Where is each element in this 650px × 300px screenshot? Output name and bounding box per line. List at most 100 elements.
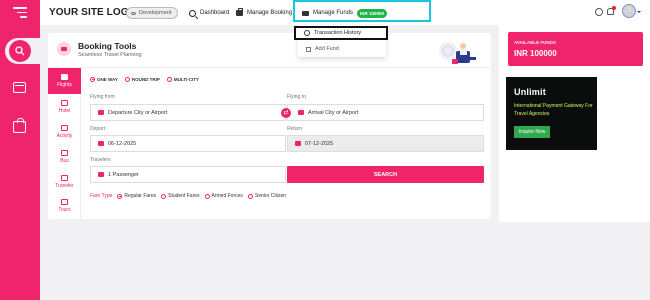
radio-icon (161, 193, 167, 199)
search-icon (189, 9, 196, 17)
bag-icon[interactable] (13, 118, 26, 133)
manage-funds-dropdown: Transaction History Add Fund (294, 25, 388, 57)
trip-one-way[interactable]: ONE WAY (90, 75, 118, 83)
rail-search-tab[interactable] (5, 38, 40, 64)
menu-item-transaction-history[interactable]: Transaction History (294, 26, 388, 40)
ad-logo: Unlimit (514, 87, 546, 97)
trip-round-trip[interactable]: ROUND TRIP (124, 75, 160, 83)
tab-activity[interactable]: Activity (48, 119, 81, 145)
from-placeholder: Departure City or Airport (108, 109, 168, 116)
travelers-label: Travelers (90, 157, 111, 163)
tab-tours-label: Tours (58, 207, 71, 213)
menu-item-add-fund[interactable]: Add Fund (298, 42, 386, 56)
trip-round-trip-label: ROUND TRIP (131, 76, 160, 82)
car-icon (61, 175, 68, 181)
trip-multi-city-label: MULTI-CITY (173, 76, 200, 82)
booking-card: Booking Tools Seamless Travel Planning F… (48, 33, 491, 219)
search-button[interactable]: SEARCH (287, 166, 484, 183)
search-icon (9, 40, 31, 62)
calendar-icon (98, 141, 104, 146)
ad-text: International Payment Gateway For Travel… (514, 103, 593, 117)
to-placeholder: Arrival City or Airport (308, 109, 359, 116)
radio-icon (166, 76, 172, 82)
tab-flights-label: Flights (57, 82, 72, 88)
tab-transfer-label: Transfer (55, 183, 74, 189)
to-label: Flying to (287, 94, 306, 100)
booking-tools-icon (57, 42, 71, 56)
available-funds-label: AVAILABLE FUNDS (514, 40, 556, 45)
fare-armed-forces-label: Armed Forces (211, 193, 243, 199)
menu-icon[interactable] (13, 7, 27, 19)
tours-icon (61, 199, 68, 205)
avatar[interactable] (622, 4, 636, 18)
manage-funds-highlight (293, 0, 431, 22)
environment-badge: Development (126, 7, 179, 19)
left-rail (0, 0, 40, 300)
site-logo[interactable]: YOUR SITE LOGO (49, 7, 137, 18)
nav-dashboard[interactable]: Dashboard (189, 7, 229, 19)
fare-type-label: Fare Type (90, 193, 113, 199)
environment-label: Development (139, 10, 172, 16)
fare-regular-label: Regular Fares (124, 193, 157, 199)
fare-senior-citizen-label: Senior Citizen (254, 193, 287, 199)
tab-bus[interactable]: Bus (48, 144, 81, 170)
bus-icon (61, 150, 68, 156)
booking-type-tabs: Flights Hotel Activity Bus Transfer Tour… (48, 68, 81, 219)
tab-hotel[interactable]: Hotel (48, 94, 81, 120)
fare-type-options: Fare Type Regular Fares Student Fares Ar… (90, 192, 286, 200)
unlimit-ad-banner[interactable]: Unlimit International Payment Gateway Fo… (506, 77, 597, 150)
available-funds-value: INR 100000 (514, 49, 557, 58)
radio-icon (247, 193, 253, 199)
fare-student-label: Student Fares (168, 193, 200, 199)
tab-bus-label: Bus (60, 158, 69, 164)
traveler-illustration (439, 42, 476, 64)
nav-manage-booking[interactable]: Manage Booking (236, 7, 292, 19)
return-date-field[interactable]: 07-12-2025 (287, 135, 484, 152)
hotel-icon (61, 100, 68, 106)
nav-dashboard-label: Dashboard (200, 10, 230, 16)
available-funds-card: AVAILABLE FUNDS INR 100000 (508, 32, 643, 66)
depart-date-field[interactable]: 06-12-2025 (90, 135, 286, 152)
transaction-history-label: Transaction History (314, 30, 362, 36)
trip-one-way-label: ONE WAY (97, 76, 118, 82)
travelers-value: 1 Passenger (108, 171, 139, 178)
briefcase-icon (236, 8, 243, 16)
travelers-field[interactable]: 1 Passenger (90, 166, 286, 183)
from-label: Flying from (90, 94, 115, 100)
to-field[interactable]: Arrival City or Airport (287, 104, 484, 121)
booking-subtitle: Seamless Travel Planning (78, 52, 142, 58)
radio-icon (124, 76, 130, 82)
tab-flights[interactable]: Flights (48, 68, 81, 94)
plus-icon (306, 46, 311, 52)
plane-icon (61, 74, 68, 80)
chevron-down-icon[interactable] (637, 11, 641, 13)
fare-regular[interactable]: Regular Fares (117, 193, 156, 199)
from-field[interactable]: Departure City or Airport (90, 104, 286, 121)
clock-icon (304, 30, 310, 36)
fare-senior-citizen[interactable]: Senior Citizen (247, 193, 287, 199)
depart-date-value: 06-12-2025 (108, 140, 137, 147)
notification-dot (612, 6, 616, 10)
booking-card-header: Booking Tools Seamless Travel Planning (48, 33, 491, 68)
plane-icon (298, 110, 304, 115)
inquire-now-button[interactable]: Inquire Now (514, 126, 550, 138)
fare-student[interactable]: Student Fares (161, 193, 200, 199)
swap-icon[interactable]: ⇄ (281, 108, 291, 118)
gear-icon[interactable] (595, 8, 603, 16)
tab-activity-label: Activity (56, 133, 73, 139)
fare-armed-forces[interactable]: Armed Forces (204, 193, 243, 199)
trip-type-options: ONE WAY ROUND TRIP MULTI-CITY (90, 75, 199, 83)
plane-icon (98, 110, 104, 115)
top-bar: YOUR SITE LOGO Development Dashboard Man… (40, 0, 650, 25)
tab-tours[interactable]: Tours (48, 193, 81, 219)
wallet-icon[interactable] (13, 82, 26, 93)
return-label: Return (287, 126, 303, 132)
eye-icon (131, 11, 136, 15)
calendar-icon (295, 141, 301, 146)
user-icon (98, 172, 104, 177)
tab-transfer[interactable]: Transfer (48, 169, 81, 195)
trip-multi-city[interactable]: MULTI-CITY (166, 75, 200, 83)
tab-hotel-label: Hotel (58, 108, 71, 114)
return-date-value: 07-12-2025 (305, 140, 334, 147)
depart-label: Depart (90, 126, 106, 132)
